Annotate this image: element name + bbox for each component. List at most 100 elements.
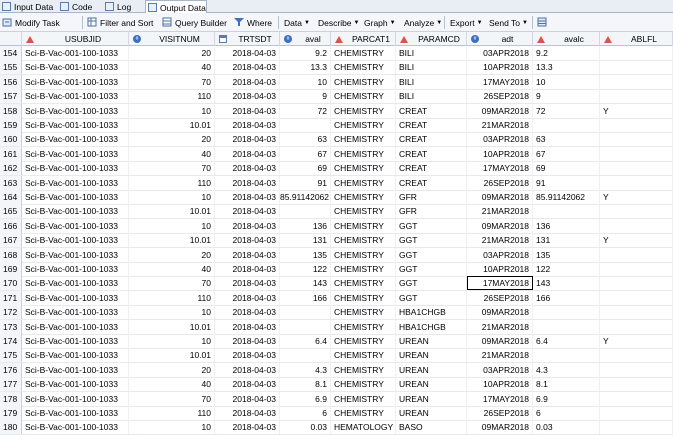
table-row[interactable]: 175 Sci-B-Vac-001-100-1033 10.01 2018-04-03…: [0, 348, 673, 364]
cell-parcat1[interactable]: CHEMISTRY: [331, 319, 396, 334]
cell-usubjid[interactable]: Sci-B-Vac-001-100-1033: [22, 118, 129, 132]
send-to-menu[interactable]: Send To ▼: [489, 13, 528, 32]
cell-adt[interactable]: 17MAY2018: [467, 276, 533, 291]
cell-aval[interactable]: [280, 204, 331, 219]
cell-paramcd[interactable]: GFR: [396, 190, 467, 204]
cell-adt[interactable]: 17MAY2018: [467, 74, 533, 89]
modify-task-button[interactable]: Modify Task: [2, 13, 60, 32]
cell-ablfl[interactable]: [600, 420, 673, 435]
describe-menu[interactable]: Describe ▼: [318, 13, 360, 32]
cell-trtsdt[interactable]: 2018-04-03: [215, 377, 280, 392]
cell-adt[interactable]: 09MAR2018: [467, 218, 533, 233]
cell-visitnum[interactable]: 10: [129, 103, 215, 118]
table-row[interactable]: 155 Sci-B-Vac-001-100-1033 40 2018-04-03 13.…: [0, 60, 673, 76]
cell-usubjid[interactable]: Sci-B-Vac-001-100-1033: [22, 362, 129, 377]
table-row[interactable]: 171 Sci-B-Vac-001-100-1033 110 2018-04-03 16…: [0, 290, 673, 306]
cell-visitnum[interactable]: 70: [129, 391, 215, 406]
cell-visitnum[interactable]: 10: [129, 190, 215, 204]
cell-paramcd[interactable]: GGT: [396, 233, 467, 248]
cell-paramcd[interactable]: BILI: [396, 89, 467, 104]
cell-aval[interactable]: 4.3: [280, 362, 331, 377]
cell-parcat1[interactable]: CHEMISTRY: [331, 146, 396, 161]
cell-aval[interactable]: 166: [280, 290, 331, 305]
table-row[interactable]: 166 Sci-B-Vac-001-100-1033 10 2018-04-03 136…: [0, 218, 673, 234]
cell-usubjid[interactable]: Sci-B-Vac-001-100-1033: [22, 74, 129, 89]
cell-trtsdt[interactable]: 2018-04-03: [215, 146, 280, 161]
column-header-usubjid[interactable]: USUBJID: [22, 32, 129, 46]
cell-trtsdt[interactable]: 2018-04-03: [215, 190, 280, 204]
cell-aval[interactable]: [280, 118, 331, 132]
cell-parcat1[interactable]: CHEMISTRY: [331, 218, 396, 233]
cell-avalc[interactable]: [533, 118, 600, 132]
cell-trtsdt[interactable]: 2018-04-03: [215, 89, 280, 104]
cell-trtsdt[interactable]: 2018-04-03: [215, 276, 280, 291]
cell-usubjid[interactable]: Sci-B-Vac-001-100-1033: [22, 276, 129, 291]
cell-usubjid[interactable]: Sci-B-Vac-001-100-1033: [22, 204, 129, 219]
cell-aval[interactable]: 143: [280, 276, 331, 291]
cell-visitnum[interactable]: 10.01: [129, 319, 215, 334]
cell-aval[interactable]: 8.1: [280, 377, 331, 392]
cell-trtsdt[interactable]: 2018-04-03: [215, 262, 280, 276]
cell-usubjid[interactable]: Sci-B-Vac-001-100-1033: [22, 161, 129, 176]
cell-parcat1[interactable]: CHEMISTRY: [331, 362, 396, 377]
cell-ablfl[interactable]: Y: [600, 233, 673, 248]
cell-adt[interactable]: 09MAR2018: [467, 305, 533, 320]
table-row[interactable]: 176 Sci-B-Vac-001-100-1033 20 2018-04-03 4.3…: [0, 362, 673, 378]
cell-trtsdt[interactable]: 2018-04-03: [215, 391, 280, 406]
cell-avalc[interactable]: [533, 348, 600, 363]
cell-trtsdt[interactable]: 2018-04-03: [215, 175, 280, 190]
table-row[interactable]: 156 Sci-B-Vac-001-100-1033 70 2018-04-03 10 C…: [0, 74, 673, 90]
cell-ablfl[interactable]: [600, 377, 673, 392]
cell-aval[interactable]: 91: [280, 175, 331, 190]
cell-avalc[interactable]: 67: [533, 146, 600, 161]
cell-usubjid[interactable]: Sci-B-Vac-001-100-1033: [22, 89, 129, 104]
cell-visitnum[interactable]: 20: [129, 362, 215, 377]
cell-aval[interactable]: 63: [280, 132, 331, 147]
table-row[interactable]: 160 Sci-B-Vac-001-100-1033 20 2018-04-03 63 C…: [0, 132, 673, 148]
cell-aval[interactable]: 131: [280, 233, 331, 248]
table-row[interactable]: 170 Sci-B-Vac-001-100-1033 70 2018-04-03 143…: [0, 276, 673, 292]
cell-aval[interactable]: 136: [280, 218, 331, 233]
cell-aval[interactable]: [280, 348, 331, 363]
cell-paramcd[interactable]: UREAN: [396, 334, 467, 348]
cell-ablfl[interactable]: [600, 319, 673, 334]
cell-avalc[interactable]: 136: [533, 218, 600, 233]
cell-visitnum[interactable]: 40: [129, 60, 215, 75]
cell-trtsdt[interactable]: 2018-04-03: [215, 233, 280, 248]
cell-paramcd[interactable]: BILI: [396, 46, 467, 60]
cell-parcat1[interactable]: CHEMISTRY: [331, 60, 396, 75]
cell-aval[interactable]: 10: [280, 74, 331, 89]
cell-paramcd[interactable]: CREAT: [396, 118, 467, 132]
cell-ablfl[interactable]: [600, 118, 673, 132]
cell-visitnum[interactable]: 70: [129, 74, 215, 89]
cell-paramcd[interactable]: UREAN: [396, 348, 467, 363]
cell-parcat1[interactable]: CHEMISTRY: [331, 262, 396, 276]
cell-adt[interactable]: 09MAR2018: [467, 103, 533, 118]
cell-ablfl[interactable]: [600, 60, 673, 75]
table-row[interactable]: 154 Sci-B-Vac-001-100-1033 20 2018-04-03 9.2…: [0, 46, 673, 61]
cell-ablfl[interactable]: Y: [600, 103, 673, 118]
cell-parcat1[interactable]: CHEMISTRY: [331, 377, 396, 392]
cell-avalc[interactable]: 8.1: [533, 377, 600, 392]
data-menu[interactable]: Data ▼: [284, 13, 310, 32]
cell-parcat1[interactable]: CHEMISTRY: [331, 132, 396, 147]
cell-visitnum[interactable]: 10.01: [129, 204, 215, 219]
cell-aval[interactable]: 9.2: [280, 46, 331, 60]
cell-trtsdt[interactable]: 2018-04-03: [215, 161, 280, 176]
cell-visitnum[interactable]: 40: [129, 146, 215, 161]
cell-adt[interactable]: 03APR2018: [467, 132, 533, 147]
table-row[interactable]: 163 Sci-B-Vac-001-100-1033 110 2018-04-03 91…: [0, 175, 673, 191]
cell-usubjid[interactable]: Sci-B-Vac-001-100-1033: [22, 190, 129, 204]
cell-visitnum[interactable]: 10: [129, 334, 215, 348]
cell-trtsdt[interactable]: 2018-04-03: [215, 60, 280, 75]
cell-paramcd[interactable]: CREAT: [396, 175, 467, 190]
cell-adt[interactable]: 21MAR2018: [467, 348, 533, 363]
cell-visitnum[interactable]: 10: [129, 420, 215, 435]
cell-parcat1[interactable]: CHEMISTRY: [331, 103, 396, 118]
cell-usubjid[interactable]: Sci-B-Vac-001-100-1033: [22, 377, 129, 392]
cell-paramcd[interactable]: CREAT: [396, 132, 467, 147]
cell-adt[interactable]: 10APR2018: [467, 146, 533, 161]
cell-usubjid[interactable]: Sci-B-Vac-001-100-1033: [22, 233, 129, 248]
cell-trtsdt[interactable]: 2018-04-03: [215, 290, 280, 305]
cell-parcat1[interactable]: CHEMISTRY: [331, 118, 396, 132]
